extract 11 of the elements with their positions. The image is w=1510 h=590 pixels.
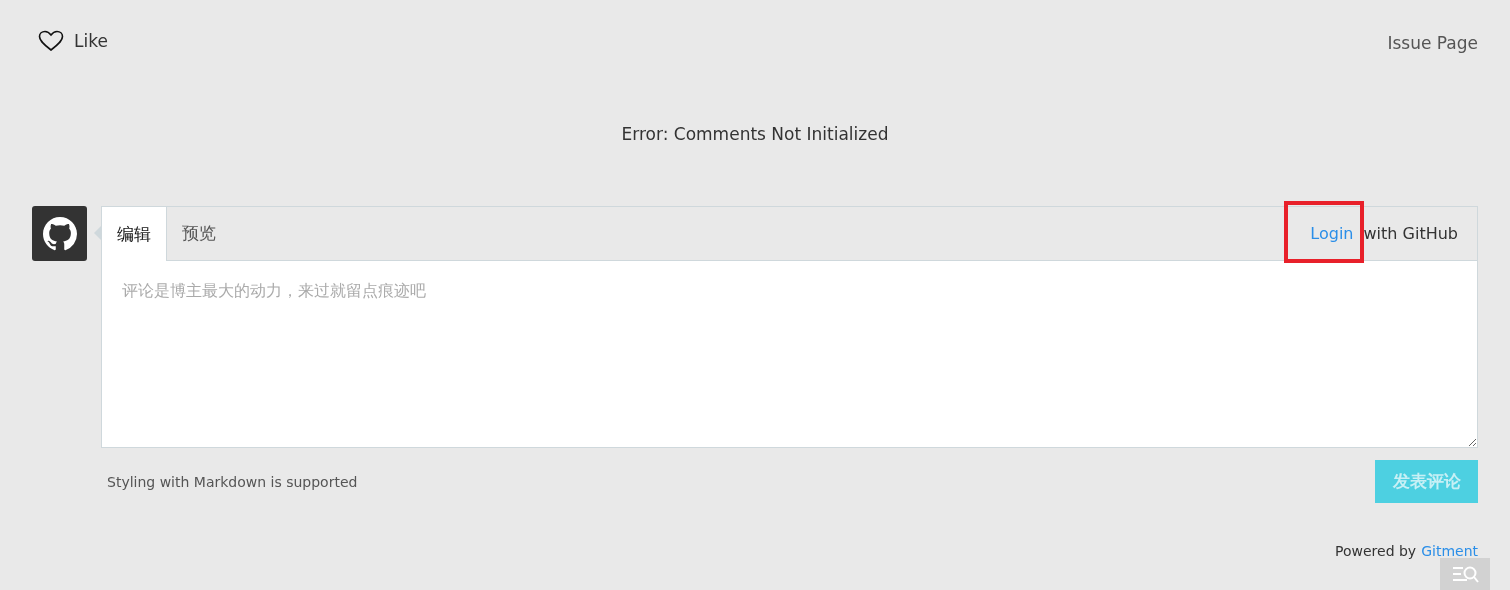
editor-tab[interactable]: 编辑: [102, 207, 167, 261]
menu-search-icon: [1451, 564, 1479, 584]
markdown-note: Styling with Markdown is supported: [107, 473, 358, 490]
issue-page-link[interactable]: Issue Page: [1387, 33, 1478, 53]
login-text: with GitHub: [1363, 224, 1458, 243]
like-button[interactable]: Like: [36, 26, 110, 56]
powered-by-text: Powered by: [1335, 543, 1417, 559]
github-icon: [42, 216, 77, 251]
editor-tab[interactable]: 预览: [167, 207, 231, 260]
error-message: Error: Comments Not Initialized: [620, 124, 890, 144]
menu-search-button[interactable]: [1440, 558, 1490, 590]
